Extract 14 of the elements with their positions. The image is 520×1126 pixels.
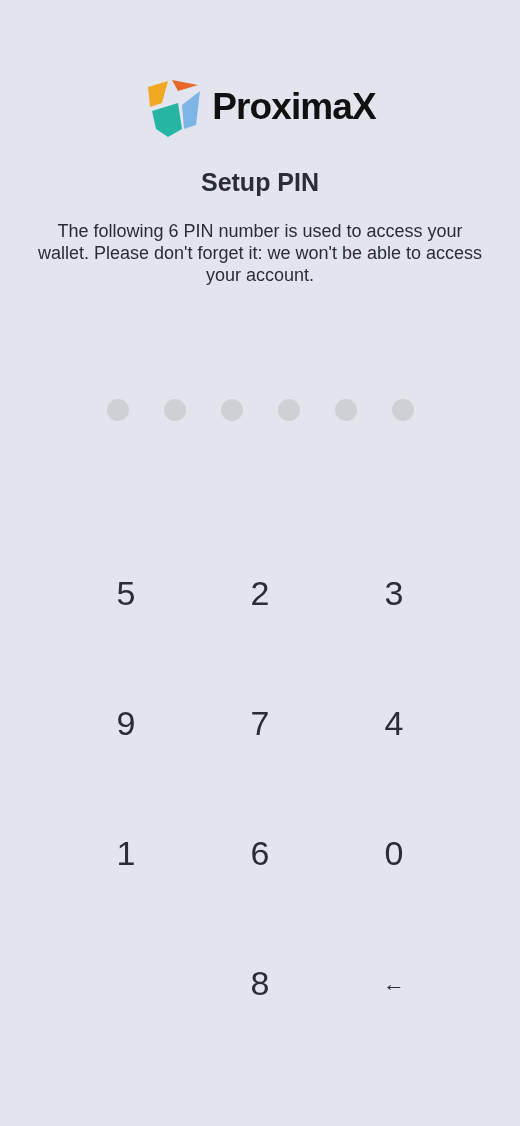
digit-key[interactable]: 9 (59, 693, 193, 754)
digit-key[interactable]: 6 (193, 823, 327, 884)
digit-key[interactable]: 1 (59, 823, 193, 884)
description-text: The following 6 PIN number is used to access your wallet. Please don't forget it: we won't be able to access your account. (36, 219, 484, 286)
digit-key[interactable]: 4 (327, 693, 461, 754)
digit-key[interactable]: 3 (327, 563, 461, 624)
digit-key[interactable]: 0 (327, 823, 461, 884)
digit-key[interactable]: 8 (193, 953, 327, 1014)
digit-key[interactable]: 5 (59, 563, 193, 624)
backspace-key[interactable]: ← (327, 953, 461, 1014)
digit-key[interactable]: 7 (193, 693, 327, 754)
page-title: Setup PIN (200, 167, 320, 198)
logo-wordmark: ProximaX (212, 85, 376, 130)
digit-key[interactable]: 2 (193, 563, 327, 624)
